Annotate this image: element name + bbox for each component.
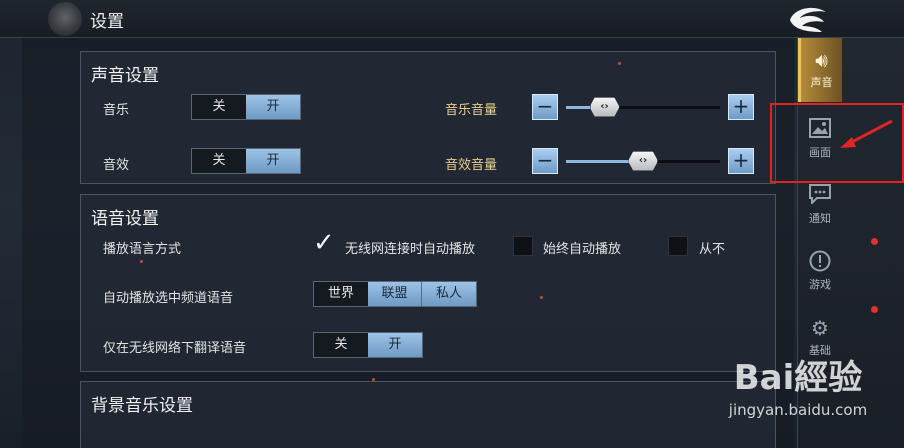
sidebar-item-sound[interactable]: 🔊︎ 声音 xyxy=(798,38,842,102)
title-bar: 设置 xyxy=(0,0,904,38)
notification-badge xyxy=(871,306,878,313)
music-on-option[interactable]: 开 xyxy=(246,95,300,119)
ember-spark xyxy=(372,378,375,381)
speaker-icon: 🔊︎ xyxy=(815,48,828,72)
voice-settings-panel: 语音设置 播放语言方式 ✓ 无线网连接时自动播放 始终自动播放 从不 自动播放选… xyxy=(80,194,776,372)
effects-label: 音效 xyxy=(103,158,130,173)
ember-spark xyxy=(618,62,621,65)
channel-private-option[interactable]: 私人 xyxy=(422,282,476,306)
music-off-option[interactable]: 关 xyxy=(192,95,246,119)
watermark-logo: Bai經验 xyxy=(733,358,863,398)
voice-settings-title: 语音设置 xyxy=(91,209,159,229)
never-autoplay-label: 从不 xyxy=(699,242,726,257)
annotation-arrow-icon xyxy=(840,119,893,148)
settings-content: 声音设置 音乐 关 开 音乐音量 − ‹› + 音效 关 开 音效音量 − ‹› xyxy=(22,38,794,448)
dragon-logo-icon[interactable] xyxy=(784,2,832,36)
chat-icon xyxy=(808,184,832,208)
translate-off-option[interactable]: 关 xyxy=(314,333,368,357)
music-volume-label: 音乐音量 xyxy=(445,103,498,118)
effects-volume-thumb[interactable]: ‹› xyxy=(628,151,658,171)
always-autoplay-checkbox[interactable] xyxy=(513,236,533,256)
notification-badge xyxy=(871,238,878,245)
never-autoplay-checkbox[interactable] xyxy=(668,236,688,256)
channel-autoplay-label: 自动播放选中频道语音 xyxy=(103,291,234,306)
music-volume-decrease-button[interactable]: − xyxy=(532,94,558,120)
channel-world-option[interactable]: 世界 xyxy=(314,282,368,306)
checkmark-icon: ✓ xyxy=(313,228,335,258)
page-title: 设置 xyxy=(90,12,124,32)
effects-volume-slider: − ‹› + xyxy=(532,148,754,174)
sidebar-item-game[interactable]: 游戏 xyxy=(798,240,878,313)
music-volume-increase-button[interactable]: + xyxy=(728,94,754,120)
effects-on-option[interactable]: 开 xyxy=(246,149,300,173)
translate-on-option[interactable]: 开 xyxy=(368,333,422,357)
channel-alliance-option[interactable]: 联盟 xyxy=(368,282,422,306)
sidebar-item-label: 游戏 xyxy=(809,278,831,291)
music-volume-thumb[interactable]: ‹› xyxy=(589,97,620,117)
effects-toggle: 关 开 xyxy=(191,148,301,174)
sound-settings-title: 声音设置 xyxy=(91,66,159,86)
baidu-watermark: Bai經验 jingyan.baidu.com xyxy=(692,350,904,440)
sidebar-item-label: 通知 xyxy=(809,212,831,225)
gear-icon: ⚙ xyxy=(811,316,829,340)
sidebar-item-label: 声音 xyxy=(810,76,833,89)
ember-spark xyxy=(540,296,543,299)
effects-volume-label: 音效音量 xyxy=(445,158,498,173)
wifi-autoplay-checkbox[interactable]: ✓ xyxy=(313,230,335,256)
effects-volume-increase-button[interactable]: + xyxy=(728,148,754,174)
channel-selector: 世界 联盟 私人 xyxy=(313,281,477,307)
bgm-settings-title: 背景音乐设置 xyxy=(91,396,193,416)
alert-circle-icon xyxy=(808,250,832,274)
watermark-url: jingyan.baidu.com xyxy=(728,401,868,419)
translate-toggle: 关 开 xyxy=(313,332,423,358)
wifi-autoplay-label: 无线网连接时自动播放 xyxy=(345,242,476,257)
ember-spark xyxy=(140,260,143,263)
music-volume-slider: − ‹› + xyxy=(532,94,754,120)
sidebar-item-notification[interactable]: 通知 xyxy=(798,174,878,245)
always-autoplay-label: 始终自动播放 xyxy=(543,242,622,257)
music-volume-track[interactable] xyxy=(566,106,720,109)
sound-settings-panel: 声音设置 音乐 关 开 音乐音量 − ‹› + 音效 关 开 音效音量 − ‹› xyxy=(80,51,776,184)
music-label: 音乐 xyxy=(103,103,130,118)
translate-wifi-label: 仅在无线网络下翻译语音 xyxy=(103,341,247,356)
emblem-icon xyxy=(48,2,82,36)
effects-off-option[interactable]: 关 xyxy=(192,149,246,173)
bgm-settings-panel: 背景音乐设置 xyxy=(80,381,776,448)
playback-mode-label: 播放语言方式 xyxy=(103,242,182,257)
effects-volume-decrease-button[interactable]: − xyxy=(532,148,558,174)
music-toggle: 关 开 xyxy=(191,94,301,120)
